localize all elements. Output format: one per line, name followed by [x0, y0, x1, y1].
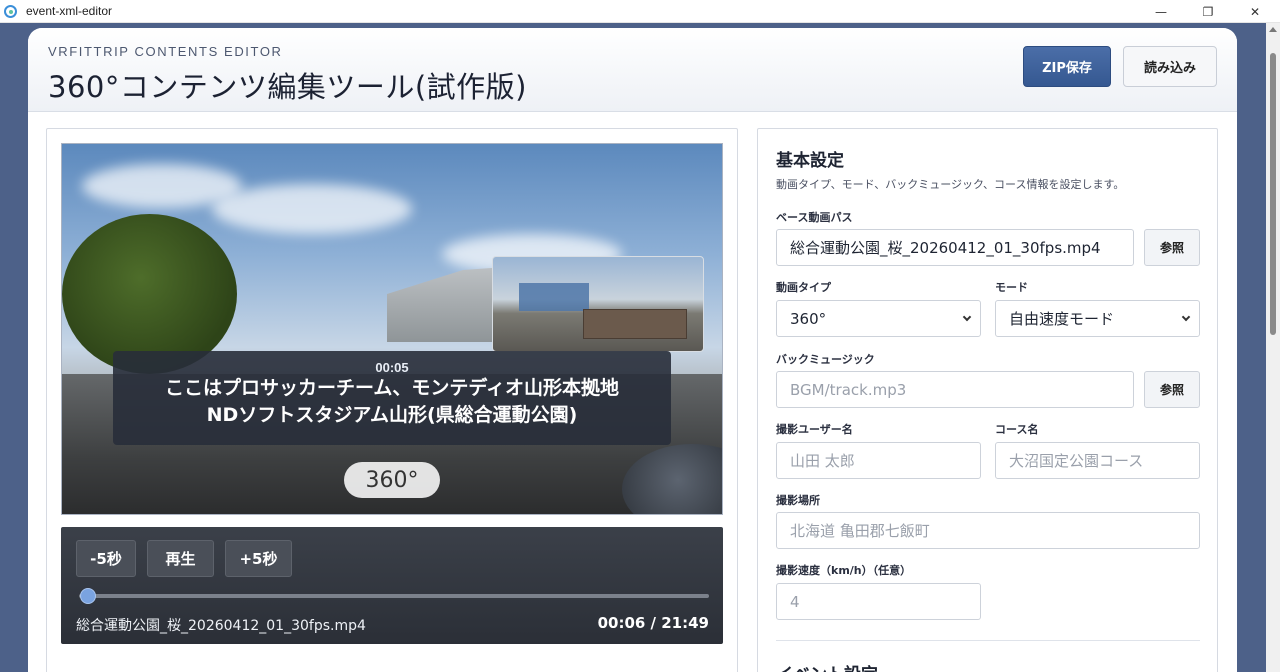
- player-controls: -5秒 再生 +5秒 総合運動公園_桜_20260412_01_30fps.mp…: [61, 527, 723, 644]
- current-file-name: 総合運動公園_桜_20260412_01_30fps.mp4: [76, 618, 366, 634]
- browse-video-button[interactable]: 参照: [1144, 229, 1200, 266]
- video-type-value: 360°: [790, 309, 827, 328]
- basic-settings-description: 動画タイプ、モード、バックミュージック、コース情報を設定します。: [776, 178, 1125, 191]
- speed-label: 撮影速度（km/h）（任意）: [776, 564, 912, 577]
- caption-time: 00:05: [375, 360, 409, 375]
- page-header: VRFITTRIP CONTENTS EDITOR 360°コンテンツ編集ツール…: [28, 28, 1237, 112]
- tree: [62, 214, 237, 374]
- forward-5s-button[interactable]: +5秒: [225, 540, 292, 577]
- course-input[interactable]: 大沼国定公園コース: [995, 442, 1200, 479]
- seek-handle[interactable]: [80, 588, 97, 604]
- mode-badge: 360°: [344, 462, 440, 498]
- browse-bgm-button[interactable]: 参照: [1144, 371, 1200, 408]
- close-icon[interactable]: ✕: [1232, 0, 1278, 23]
- app-eyebrow: VRFITTRIP CONTENTS EDITOR: [48, 44, 283, 59]
- restore-icon[interactable]: ❐: [1185, 0, 1231, 23]
- place-label: 撮影場所: [776, 494, 820, 507]
- caption-line-1: ここはプロサッカーチーム、モンテディオ山形本拠地: [164, 377, 620, 399]
- video-preview[interactable]: 00:05 ここはプロサッカーチーム、モンテディオ山形本拠地 NDソフトスタジア…: [61, 143, 723, 515]
- preview-panel: 00:05 ここはプロサッカーチーム、モンテディオ山形本拠地 NDソフトスタジア…: [46, 128, 738, 672]
- cloud: [212, 184, 412, 234]
- user-input[interactable]: 山田 太郎: [776, 442, 981, 479]
- caption-line-2: NDソフトスタジアム山形(県総合運動公園): [206, 404, 578, 426]
- video-type-select[interactable]: 360°: [776, 300, 981, 337]
- scrollbar-thumb[interactable]: [1270, 53, 1276, 335]
- page-title: 360°コンテンツ編集ツール(試作版): [48, 70, 527, 104]
- app-icon: [4, 4, 17, 18]
- user-label: 撮影ユーザー名: [776, 423, 853, 436]
- mode-value: 自由速度モード: [1009, 310, 1115, 328]
- bgm-label: バックミュージック: [776, 353, 875, 366]
- window-scrollbar[interactable]: [1266, 23, 1280, 672]
- window-titlebar: event-xml-editor — ❐ ✕: [0, 0, 1280, 23]
- inset-banner: [519, 283, 589, 311]
- inset-sign: [583, 309, 687, 339]
- chevron-down-icon: [1181, 312, 1191, 322]
- scroll-up-icon[interactable]: [1269, 27, 1277, 32]
- base-video-input[interactable]: 総合運動公園_桜_20260412_01_30fps.mp4: [776, 229, 1134, 266]
- event-settings-title: イベント設定: [776, 660, 878, 672]
- zip-save-button[interactable]: ZIP保存: [1023, 46, 1111, 87]
- minimize-icon[interactable]: —: [1138, 0, 1184, 23]
- cloud: [82, 164, 242, 208]
- video-type-label: 動画タイプ: [776, 281, 831, 294]
- editor-container: VRFITTRIP CONTENTS EDITOR 360°コンテンツ編集ツール…: [28, 28, 1237, 672]
- time-readout: 00:06 / 21:49: [597, 614, 709, 632]
- caption-overlay: 00:05 ここはプロサッカーチーム、モンテディオ山形本拠地 NDソフトスタジア…: [113, 351, 671, 445]
- speed-input[interactable]: 4: [776, 583, 981, 620]
- seek-slider[interactable]: [79, 594, 709, 598]
- load-button[interactable]: 読み込み: [1123, 46, 1217, 87]
- settings-panel: 基本設定 動画タイプ、モード、バックミュージック、コース情報を設定します。 ベー…: [757, 128, 1218, 672]
- section-divider: [776, 640, 1200, 641]
- place-input[interactable]: 北海道 亀田郡七飯町: [776, 512, 1200, 549]
- window-title: event-xml-editor: [26, 4, 113, 18]
- course-label: コース名: [995, 423, 1039, 436]
- back-5s-button[interactable]: -5秒: [76, 540, 136, 577]
- basic-settings-title: 基本設定: [776, 151, 844, 171]
- mode-select[interactable]: 自由速度モード: [995, 300, 1200, 337]
- play-button[interactable]: 再生: [147, 540, 214, 577]
- mode-label: モード: [995, 281, 1028, 294]
- base-video-label: ベース動画パス: [776, 211, 853, 224]
- inset-preview: [492, 256, 704, 352]
- bgm-input[interactable]: BGM/track.mp3: [776, 371, 1134, 408]
- chevron-down-icon: [962, 312, 972, 322]
